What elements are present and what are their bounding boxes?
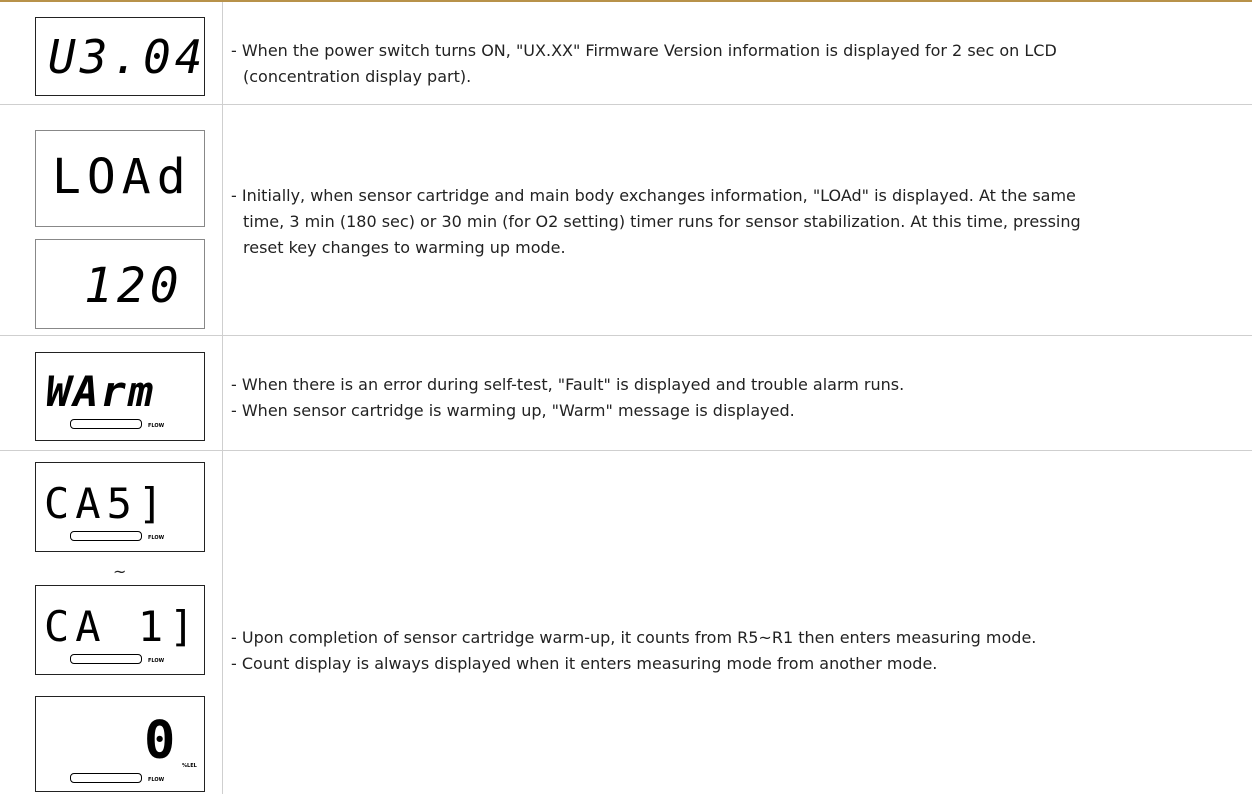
flow-label: FLOW: [148, 423, 165, 429]
flow-label: FLOW: [148, 658, 165, 664]
flow-label: FLOW: [148, 535, 165, 541]
desc-line: - Count display is always displayed when…: [231, 654, 938, 673]
lcd-display-warm: WArm FLOW: [35, 352, 205, 441]
lcd-display-count-5: CA5] FLOW: [35, 462, 205, 552]
flow-indicator-icon: [70, 531, 142, 541]
lcd-display-version: U3.04: [35, 17, 205, 96]
row-3-description: - When there is an error during self-tes…: [231, 372, 904, 424]
lcd-display-load: LOAd: [35, 130, 205, 227]
lcd-text: 0: [144, 711, 176, 771]
lcd-text: WArm: [46, 367, 156, 416]
desc-line: (concentration display part).: [243, 67, 472, 86]
flow-indicator-icon: [70, 654, 142, 664]
row-divider: [0, 450, 1252, 451]
desc-line: - Initially, when sensor cartridge and m…: [231, 186, 1076, 205]
desc-line: - When there is an error during self-tes…: [231, 375, 905, 394]
unit-label: %LEL: [182, 763, 197, 769]
lcd-display-timer: 120: [35, 239, 205, 329]
lcd-text: U3.04: [48, 30, 207, 84]
range-separator: ~: [113, 562, 127, 581]
info-table: U3.04 - When the power switch turns ON, …: [0, 0, 1252, 794]
row-divider: [0, 335, 1252, 336]
lcd-text: LOAd: [52, 149, 192, 205]
row-divider: [0, 104, 1252, 105]
desc-line: - When sensor cartridge is warming up, "…: [231, 401, 795, 420]
lcd-display-measure: 0 %LEL FLOW: [35, 696, 205, 792]
lcd-display-count-1: CA 1] FLOW: [35, 585, 205, 675]
desc-line: reset key changes to warming up mode.: [243, 238, 566, 257]
desc-line: - Upon completion of sensor cartridge wa…: [231, 628, 1037, 647]
desc-line: time, 3 min (180 sec) or 30 min (for O2 …: [243, 212, 1081, 231]
column-divider: [222, 2, 223, 794]
lcd-text: 120: [84, 258, 183, 314]
desc-line: - When the power switch turns ON, "UX.XX…: [231, 41, 1057, 60]
lcd-text: CA5]: [44, 479, 170, 528]
row-1-description: - When the power switch turns ON, "UX.XX…: [231, 38, 1057, 90]
flow-indicator-icon: [70, 419, 142, 429]
lcd-text: CA 1]: [44, 602, 201, 651]
row-2-description: - Initially, when sensor cartridge and m…: [231, 183, 1081, 261]
flow-indicator-icon: [70, 773, 142, 783]
flow-label: FLOW: [148, 777, 165, 783]
row-4-description: - Upon completion of sensor cartridge wa…: [231, 625, 1036, 677]
